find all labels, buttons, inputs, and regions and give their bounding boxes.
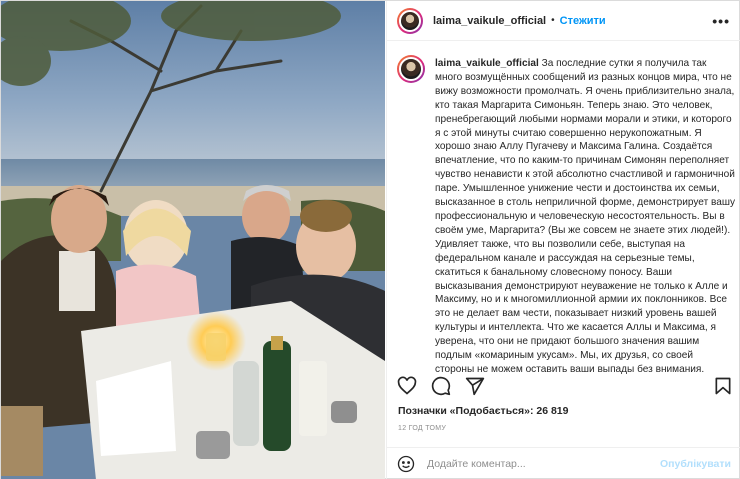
caption-body: За последние сутки я получила так много …: [435, 58, 736, 375]
caption-text: laima_vaikule_official За последние сутк…: [435, 57, 735, 377]
post-caption: laima_vaikule_official За последние сутк…: [397, 55, 735, 377]
post-photo-image: [1, 1, 385, 479]
avatar[interactable]: [397, 7, 423, 34]
smiley-icon[interactable]: [397, 455, 415, 473]
post-photo[interactable]: [1, 1, 385, 479]
username-link[interactable]: laima_vaikule_official: [433, 15, 546, 27]
comment-icon[interactable]: [431, 376, 451, 396]
comment-bar: Опублікувати: [387, 447, 740, 479]
caption-username-link[interactable]: laima_vaikule_official: [435, 58, 539, 69]
follow-button[interactable]: Стежити: [560, 15, 606, 27]
separator-dot: •: [551, 15, 555, 26]
post-sidebar: laima_vaikule_official • Стежити ••• lai…: [386, 1, 740, 479]
instagram-post: laima_vaikule_official • Стежити ••• lai…: [0, 0, 740, 479]
heart-icon[interactable]: [397, 376, 417, 396]
action-bar: [397, 375, 735, 397]
publish-button[interactable]: Опублікувати: [660, 458, 731, 470]
likes-count[interactable]: Позначки «Подобається»: 26 819: [398, 405, 568, 417]
comment-input[interactable]: [427, 458, 647, 470]
caption-avatar[interactable]: [397, 55, 425, 83]
share-icon[interactable]: [465, 376, 485, 396]
post-header: laima_vaikule_official • Стежити •••: [387, 1, 740, 41]
more-options-icon[interactable]: •••: [712, 13, 730, 29]
bookmark-icon[interactable]: [713, 376, 733, 396]
post-timestamp[interactable]: 12 ГОД ТОМУ: [398, 425, 446, 432]
